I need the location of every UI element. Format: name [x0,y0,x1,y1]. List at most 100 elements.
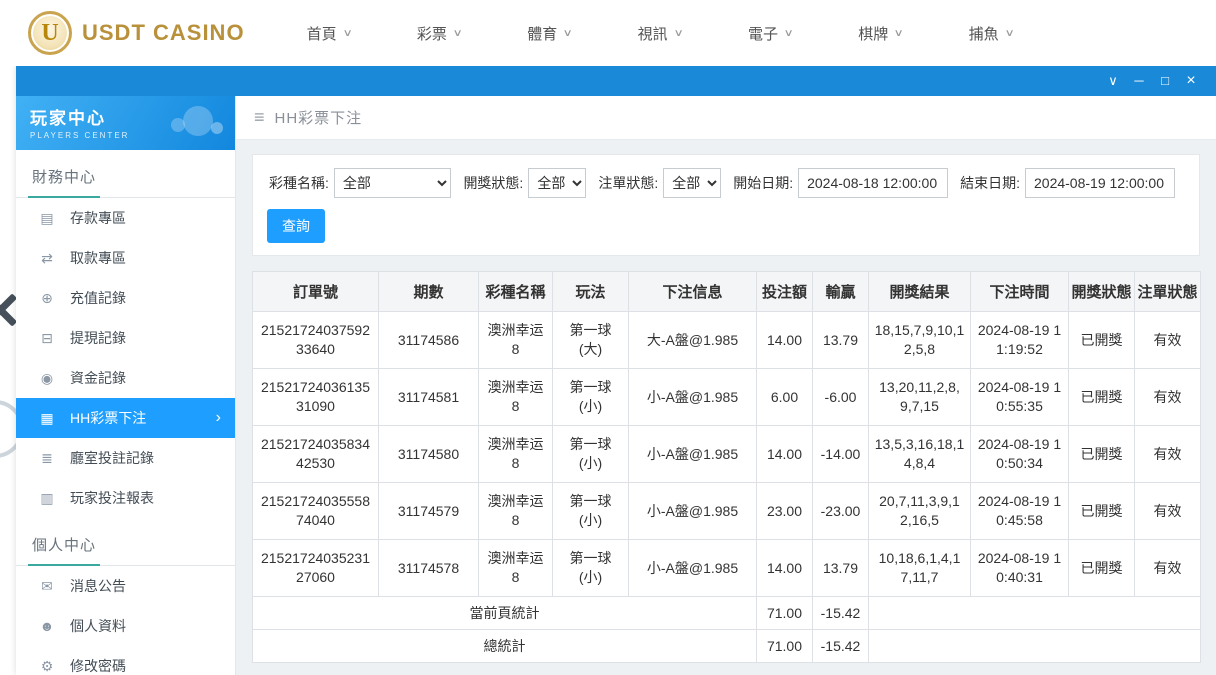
lottery-name-label: 彩種名稱: [269,175,329,191]
column-header: 下注時間 [970,271,1069,312]
cell-time: 2024-08-19 10:55:35 [970,368,1069,426]
sidebar-item-recharge-record[interactable]: ⊕ 充值記錄 [16,278,235,318]
cell-draw_status: 已開獎 [1068,539,1135,597]
cell-amount: 23.00 [756,482,813,540]
cell-period: 31174580 [378,425,479,483]
page-total-empty [868,596,1201,630]
cell-amount: 14.00 [756,311,813,369]
sidebar-menu: 財務中心 ▤ 存款專區 ⇄ 取款專區 ⊕ 充值記錄 ⊟ 提現記錄 ◉ 資金記錄 ▦ HH彩票下注 › ≣ 廳室… [16,150,235,675]
cell-order_status: 有效 [1134,425,1201,483]
sidebar-item-label: HH彩票下注 [70,410,147,426]
funds-record-icon: ◉ [40,369,54,386]
cell-draw_status: 已開獎 [1068,368,1135,426]
cell-play: 第一球(小) [552,368,629,426]
sidebar-item-player-bet-report[interactable]: ▥ 玩家投注報表 [16,478,235,518]
cell-order: 2152172403555874040 [252,482,379,540]
grand-total-row: 總統計 71.00 -15.42 [252,629,1201,663]
cell-lottery: 澳洲幸运8 [478,368,553,426]
sidebar-item-change-password[interactable]: ⚙ 修改密碼 [16,646,235,675]
cell-play: 第一球(大) [552,311,629,369]
sidebar-section-label: 個人中心 [28,534,101,566]
grand-total-label: 總統計 [252,629,757,663]
table-body: 2152172403759233640 31174586 澳洲幸运8 第一球(大) 大-… [252,311,1201,597]
chevron-down-icon: ∨ [673,27,684,39]
nav-item-4[interactable]: 視訊 ∨ [638,23,684,44]
sidebar-section-label: 財務中心 [28,166,101,198]
page: U USDT CASINO 首頁 ∨ 彩票 ∨ 體育 ∨ 視訊 ∨ 電子 ∨ 棋牌 ∨ 捕魚 ∨ ∨ ─ … [0,0,1216,675]
nav-item-1[interactable]: 首頁 ∨ [307,23,353,44]
cell-result: 10,18,6,1,4,17,11,7 [868,539,971,597]
cell-period: 31174579 [378,482,479,540]
sidebar-item-withdraw[interactable]: ⇄ 取款專區 [16,238,235,278]
column-header: 輸贏 [812,271,869,312]
nav-item-7[interactable]: 捕魚 ∨ [969,23,1015,44]
table-header-row: 訂單號 期數 彩種名稱 玩法 下注信息 投注額 輸贏 開獎結果 下注時間 開獎狀態 注單狀態 [252,271,1201,312]
cell-lottery: 澳洲幸运8 [478,539,553,597]
window-close-icon[interactable]: × [1178,66,1204,96]
cell-time: 2024-08-19 11:19:52 [970,311,1069,369]
filter-panel: 彩種名稱: 全部 開獎狀態: 全部 注單狀態: 全部 開始日期: 2024-08… [252,154,1200,256]
page-title: HH彩票下注 [274,110,363,127]
window-collapse-icon[interactable]: ∨ [1100,66,1126,96]
sidebar-section-title: 財務中心 [16,150,235,198]
lottery-name-select[interactable]: 全部 [333,168,452,198]
change-password-icon: ⚙ [40,657,54,674]
cell-time: 2024-08-19 10:50:34 [970,425,1069,483]
table-row: 2152172403555874040 31174579 澳洲幸运8 第一球(小) 小-… [252,482,1201,540]
player-bet-report-icon: ▥ [40,489,54,506]
nav-item-6[interactable]: 棋牌 ∨ [858,23,904,44]
search-button[interactable]: 查詢 [267,209,325,243]
sidebar-item-funds-record[interactable]: ◉ 資金記錄 [16,358,235,398]
cell-play: 第一球(小) [552,482,629,540]
cell-draw_status: 已開獎 [1068,482,1135,540]
player-center-window: ∨ ─ □ × 玩家中心 PLAYERS CENTER 財務中心 ▤ 存款專區 ⇄ 取款… [16,66,1216,675]
sidebar-item-hh-lottery-bet[interactable]: ▦ HH彩票下注 › [16,398,235,438]
grand-total-amount: 71.00 [756,629,813,663]
nav-item-5[interactable]: 電子 ∨ [747,23,794,44]
sidebar-item-profile[interactable]: ☻ 個人資料 [16,606,235,646]
column-header: 玩法 [552,271,629,312]
draw-status-select[interactable]: 全部 [528,168,587,198]
nav-item-label: 棋牌 [858,25,889,43]
column-header: 彩種名稱 [478,271,553,312]
start-date-input[interactable] [798,168,949,198]
sidebar: 玩家中心 PLAYERS CENTER 財務中心 ▤ 存款專區 ⇄ 取款專區 ⊕ 充值記錄 ⊟… [16,96,236,675]
column-header: 投注額 [756,271,813,312]
hamburger-menu-icon[interactable]: ≡ [254,107,265,128]
sidebar-item-room-bet-record[interactable]: ≣ 廳室投註記錄 [16,438,235,478]
cell-bet: 小-A盤@1.985 [628,425,757,483]
sidebar-item-deposit[interactable]: ▤ 存款專區 [16,198,235,238]
chevron-down-icon: ∨ [562,27,574,39]
filter-row: 彩種名稱: 全部 開獎狀態: 全部 注單狀態: 全部 開始日期: 2024-08… [267,168,1185,198]
cell-order_status: 有效 [1134,368,1201,426]
nav-item-3[interactable]: 體育 ∨ [527,23,574,44]
sidebar-item-label: 玩家投注報表 [70,490,154,506]
sidebar-item-label: 修改密碼 [70,658,126,674]
chevron-right-icon: › [215,409,221,426]
grand-total-empty [868,629,1201,663]
cell-period: 31174581 [378,368,479,426]
brand-logo[interactable]: U USDT CASINO [28,11,245,55]
chevron-down-icon: ∨ [1004,27,1015,39]
window-minimize-icon[interactable]: ─ [1126,66,1152,96]
sidebar-item-withdrawal-record[interactable]: ⊟ 提現記錄 [16,318,235,358]
chevron-down-icon: ∨ [342,27,353,39]
cell-bet: 小-A盤@1.985 [628,482,757,540]
cell-draw_status: 已開獎 [1068,425,1135,483]
cell-result: 13,20,11,2,8,9,7,15 [868,368,971,426]
window-maximize-icon[interactable]: □ [1152,66,1178,96]
announcement-icon: ✉ [41,577,53,594]
nav-item-label: 電子 [747,25,778,43]
column-header: 開獎狀態 [1068,271,1135,312]
sidebar-section-title: 個人中心 [16,518,235,566]
nav-item-label: 彩票 [416,25,447,43]
sidebar-item-announcement[interactable]: ✉ 消息公告 [16,566,235,606]
cell-order_status: 有效 [1134,482,1201,540]
cell-time: 2024-08-19 10:45:58 [970,482,1069,540]
order-status-select[interactable]: 全部 [663,168,722,198]
cell-bet: 小-A盤@1.985 [628,539,757,597]
end-date-input[interactable] [1025,168,1175,198]
nav-item-2[interactable]: 彩票 ∨ [416,23,463,44]
table-row: 2152172403523127060 31174578 澳洲幸运8 第一球(小) 小-… [252,539,1201,597]
deposit-icon: ▤ [40,209,54,226]
